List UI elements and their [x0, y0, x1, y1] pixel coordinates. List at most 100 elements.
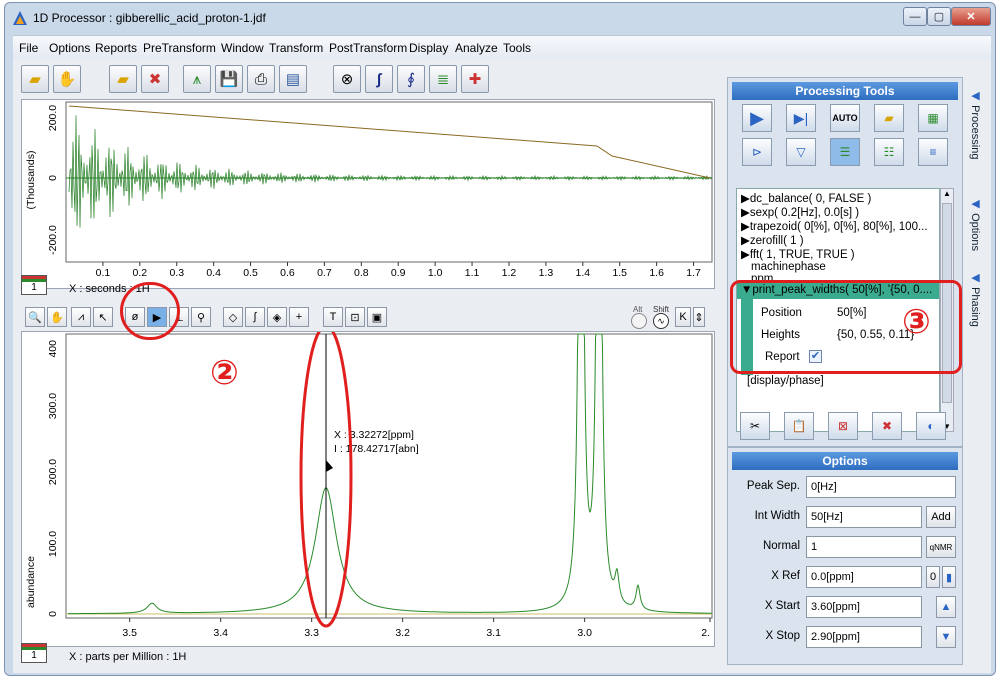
- eraser-button[interactable]: ◈: [267, 307, 287, 327]
- expand-button[interactable]: ▽: [786, 138, 816, 166]
- x-stop-input[interactable]: 2.90[ppm]: [806, 626, 922, 648]
- peak-list-button[interactable]: ≣: [429, 65, 457, 93]
- minimize-button[interactable]: —: [903, 7, 927, 26]
- add-button[interactable]: Add: [926, 506, 956, 528]
- peak-sep-input[interactable]: 0[Hz]: [806, 476, 956, 498]
- maximize-button[interactable]: ▢: [927, 7, 951, 26]
- window-title: 1D Processor : gibberellic_acid_proton-1…: [33, 11, 266, 25]
- list-view-button[interactable]: ☰: [830, 138, 860, 166]
- x-ref-input[interactable]: 0.0[ppm]: [806, 566, 922, 588]
- fid-x-tick: 0.9: [391, 267, 406, 279]
- frame-button[interactable]: ▣: [367, 307, 387, 327]
- spectrum-y-tick: 200.0: [47, 459, 59, 485]
- spectrum-page-indicator[interactable]: 1: [21, 643, 47, 663]
- callout-number-2: ②: [210, 353, 239, 393]
- menu-options[interactable]: Options: [49, 41, 90, 55]
- auto-button[interactable]: AUTO: [830, 104, 860, 132]
- integral-tool-button[interactable]: ∫: [245, 307, 265, 327]
- run-to-button[interactable]: ⊳: [742, 138, 772, 166]
- menu-display[interactable]: Display: [409, 41, 448, 55]
- normal-input[interactable]: 1: [806, 536, 922, 558]
- qnmr-button[interactable]: qNMR: [926, 536, 956, 558]
- text-tool-button[interactable]: T: [323, 307, 343, 327]
- menu-analyze[interactable]: Analyze: [455, 41, 498, 55]
- delete-row-button[interactable]: ⊠: [828, 412, 858, 440]
- insert-button[interactable]: ☷: [874, 138, 904, 166]
- list-item-zerofill[interactable]: ▶zerofill( 1 ): [741, 233, 804, 247]
- cursor-x-readout: X : 3.32272[ppm]: [334, 429, 414, 441]
- peak-pick-button[interactable]: ⚲: [191, 307, 211, 327]
- menu-reports[interactable]: Reports: [95, 41, 137, 55]
- menu-posttransform[interactable]: PostTransform: [329, 41, 407, 55]
- fid-plot[interactable]: 200.0 0 -200.0 (Thousands) 0.1 0.2 0.3 0.4 0…: [21, 99, 715, 289]
- fit-button[interactable]: ⊡: [345, 307, 365, 327]
- tab-options[interactable]: ◀ Options: [969, 197, 982, 251]
- close-icon: ✕: [966, 11, 976, 23]
- int-width-input[interactable]: 50[Hz]: [806, 506, 922, 528]
- close-file-icon: ✖: [148, 71, 162, 88]
- phase-button[interactable]: ✚: [461, 65, 489, 93]
- save-button[interactable]: 💾: [215, 65, 243, 93]
- integrate-button[interactable]: ∫: [365, 65, 393, 93]
- delete-button[interactable]: ✖: [872, 412, 902, 440]
- fid-x-tick: 0.7: [317, 267, 332, 279]
- menu-file[interactable]: File: [19, 41, 38, 55]
- zoom-button[interactable]: 🔍: [25, 307, 45, 327]
- paste-button[interactable]: 📋: [784, 412, 814, 440]
- close-button[interactable]: ✕: [951, 7, 991, 26]
- fid-x-tick: 0.2: [133, 267, 148, 279]
- x-stop-down-button[interactable]: ▼: [936, 626, 956, 648]
- close-file-button[interactable]: ✖: [141, 65, 169, 93]
- print-button[interactable]: ⎙: [247, 65, 275, 93]
- list-item-display-phase[interactable]: [display/phase]: [747, 375, 824, 387]
- tab-processing[interactable]: ◀ Processing: [969, 89, 982, 159]
- integrate-clear-button[interactable]: ∮: [397, 65, 425, 93]
- cut-button[interactable]: ✂: [740, 412, 770, 440]
- shift-indicator[interactable]: ∿: [653, 313, 669, 329]
- spin-button[interactable]: ⇕: [693, 307, 705, 327]
- diamond-tool-button[interactable]: ◇: [223, 307, 243, 327]
- report-button[interactable]: ▤: [279, 65, 307, 93]
- spectrum-y-tick: 100.0: [47, 531, 59, 557]
- menu-window[interactable]: Window: [221, 41, 264, 55]
- menu-tools[interactable]: Tools: [503, 41, 531, 55]
- list-item-fft[interactable]: ▶fft( 1, TRUE, TRUE ): [741, 247, 855, 261]
- list-item-sexp[interactable]: ▶sexp( 0.2[Hz], 0.0[s] ): [741, 205, 859, 219]
- menu-pretransform[interactable]: PreTransform: [143, 41, 216, 55]
- fid-y-axis-label: (Thousands): [25, 151, 37, 210]
- stop-circle-icon: ⊗: [340, 71, 354, 88]
- tools-button[interactable]: ✋: [53, 65, 81, 93]
- x-start-input[interactable]: 3.60[ppm]: [806, 596, 922, 618]
- scroll-up-icon[interactable]: ▲: [941, 189, 953, 198]
- alt-indicator[interactable]: [631, 313, 647, 329]
- spectrum-x-tick: 3.1: [486, 627, 501, 639]
- kbd-button[interactable]: K: [675, 307, 691, 327]
- menu-list-button[interactable]: ≡: [918, 138, 948, 166]
- menu-transform[interactable]: Transform: [269, 41, 323, 55]
- x-start-up-button[interactable]: ▲: [936, 596, 956, 618]
- ref-pin-button[interactable]: ▮: [942, 566, 956, 588]
- fid-page-indicator[interactable]: 1: [21, 275, 47, 295]
- save-list-button[interactable]: ▦: [918, 104, 948, 132]
- list-view-icon: ☰: [839, 145, 851, 159]
- stop-button[interactable]: ⊗: [333, 65, 361, 93]
- info-button[interactable]: ◐: [916, 412, 946, 440]
- open-file-button[interactable]: ▰: [109, 65, 137, 93]
- spectrum-view-button[interactable]: ⩚: [183, 65, 211, 93]
- crosshair-button[interactable]: +: [289, 307, 309, 327]
- scale-button[interactable]: ⩘: [71, 307, 91, 327]
- spectrum-plot[interactable]: X : 3.32272[ppm] I : 178.42717[abn] ② 40…: [21, 324, 715, 647]
- run-button[interactable]: ▶: [742, 104, 772, 132]
- x-stop-label: X Stop: [765, 630, 800, 642]
- list-item-dc-balance[interactable]: ▶dc_balance( 0, FALSE ): [741, 191, 871, 205]
- tab-phasing[interactable]: ◀ Phasing: [969, 271, 982, 327]
- open-folder-button[interactable]: ▰: [21, 65, 49, 93]
- pan-button[interactable]: ✋: [47, 307, 67, 327]
- scissors-icon: ✂: [749, 419, 761, 433]
- select-button[interactable]: ↖: [93, 307, 113, 327]
- load-list-button[interactable]: ▰: [874, 104, 904, 132]
- zero-button[interactable]: 0: [926, 566, 940, 588]
- list-item-machinephase[interactable]: machinephase: [751, 261, 826, 273]
- list-item-trapezoid[interactable]: ▶trapezoid( 0[%], 0[%], 80[%], 100...: [741, 219, 928, 233]
- step-button[interactable]: ▶|: [786, 104, 816, 132]
